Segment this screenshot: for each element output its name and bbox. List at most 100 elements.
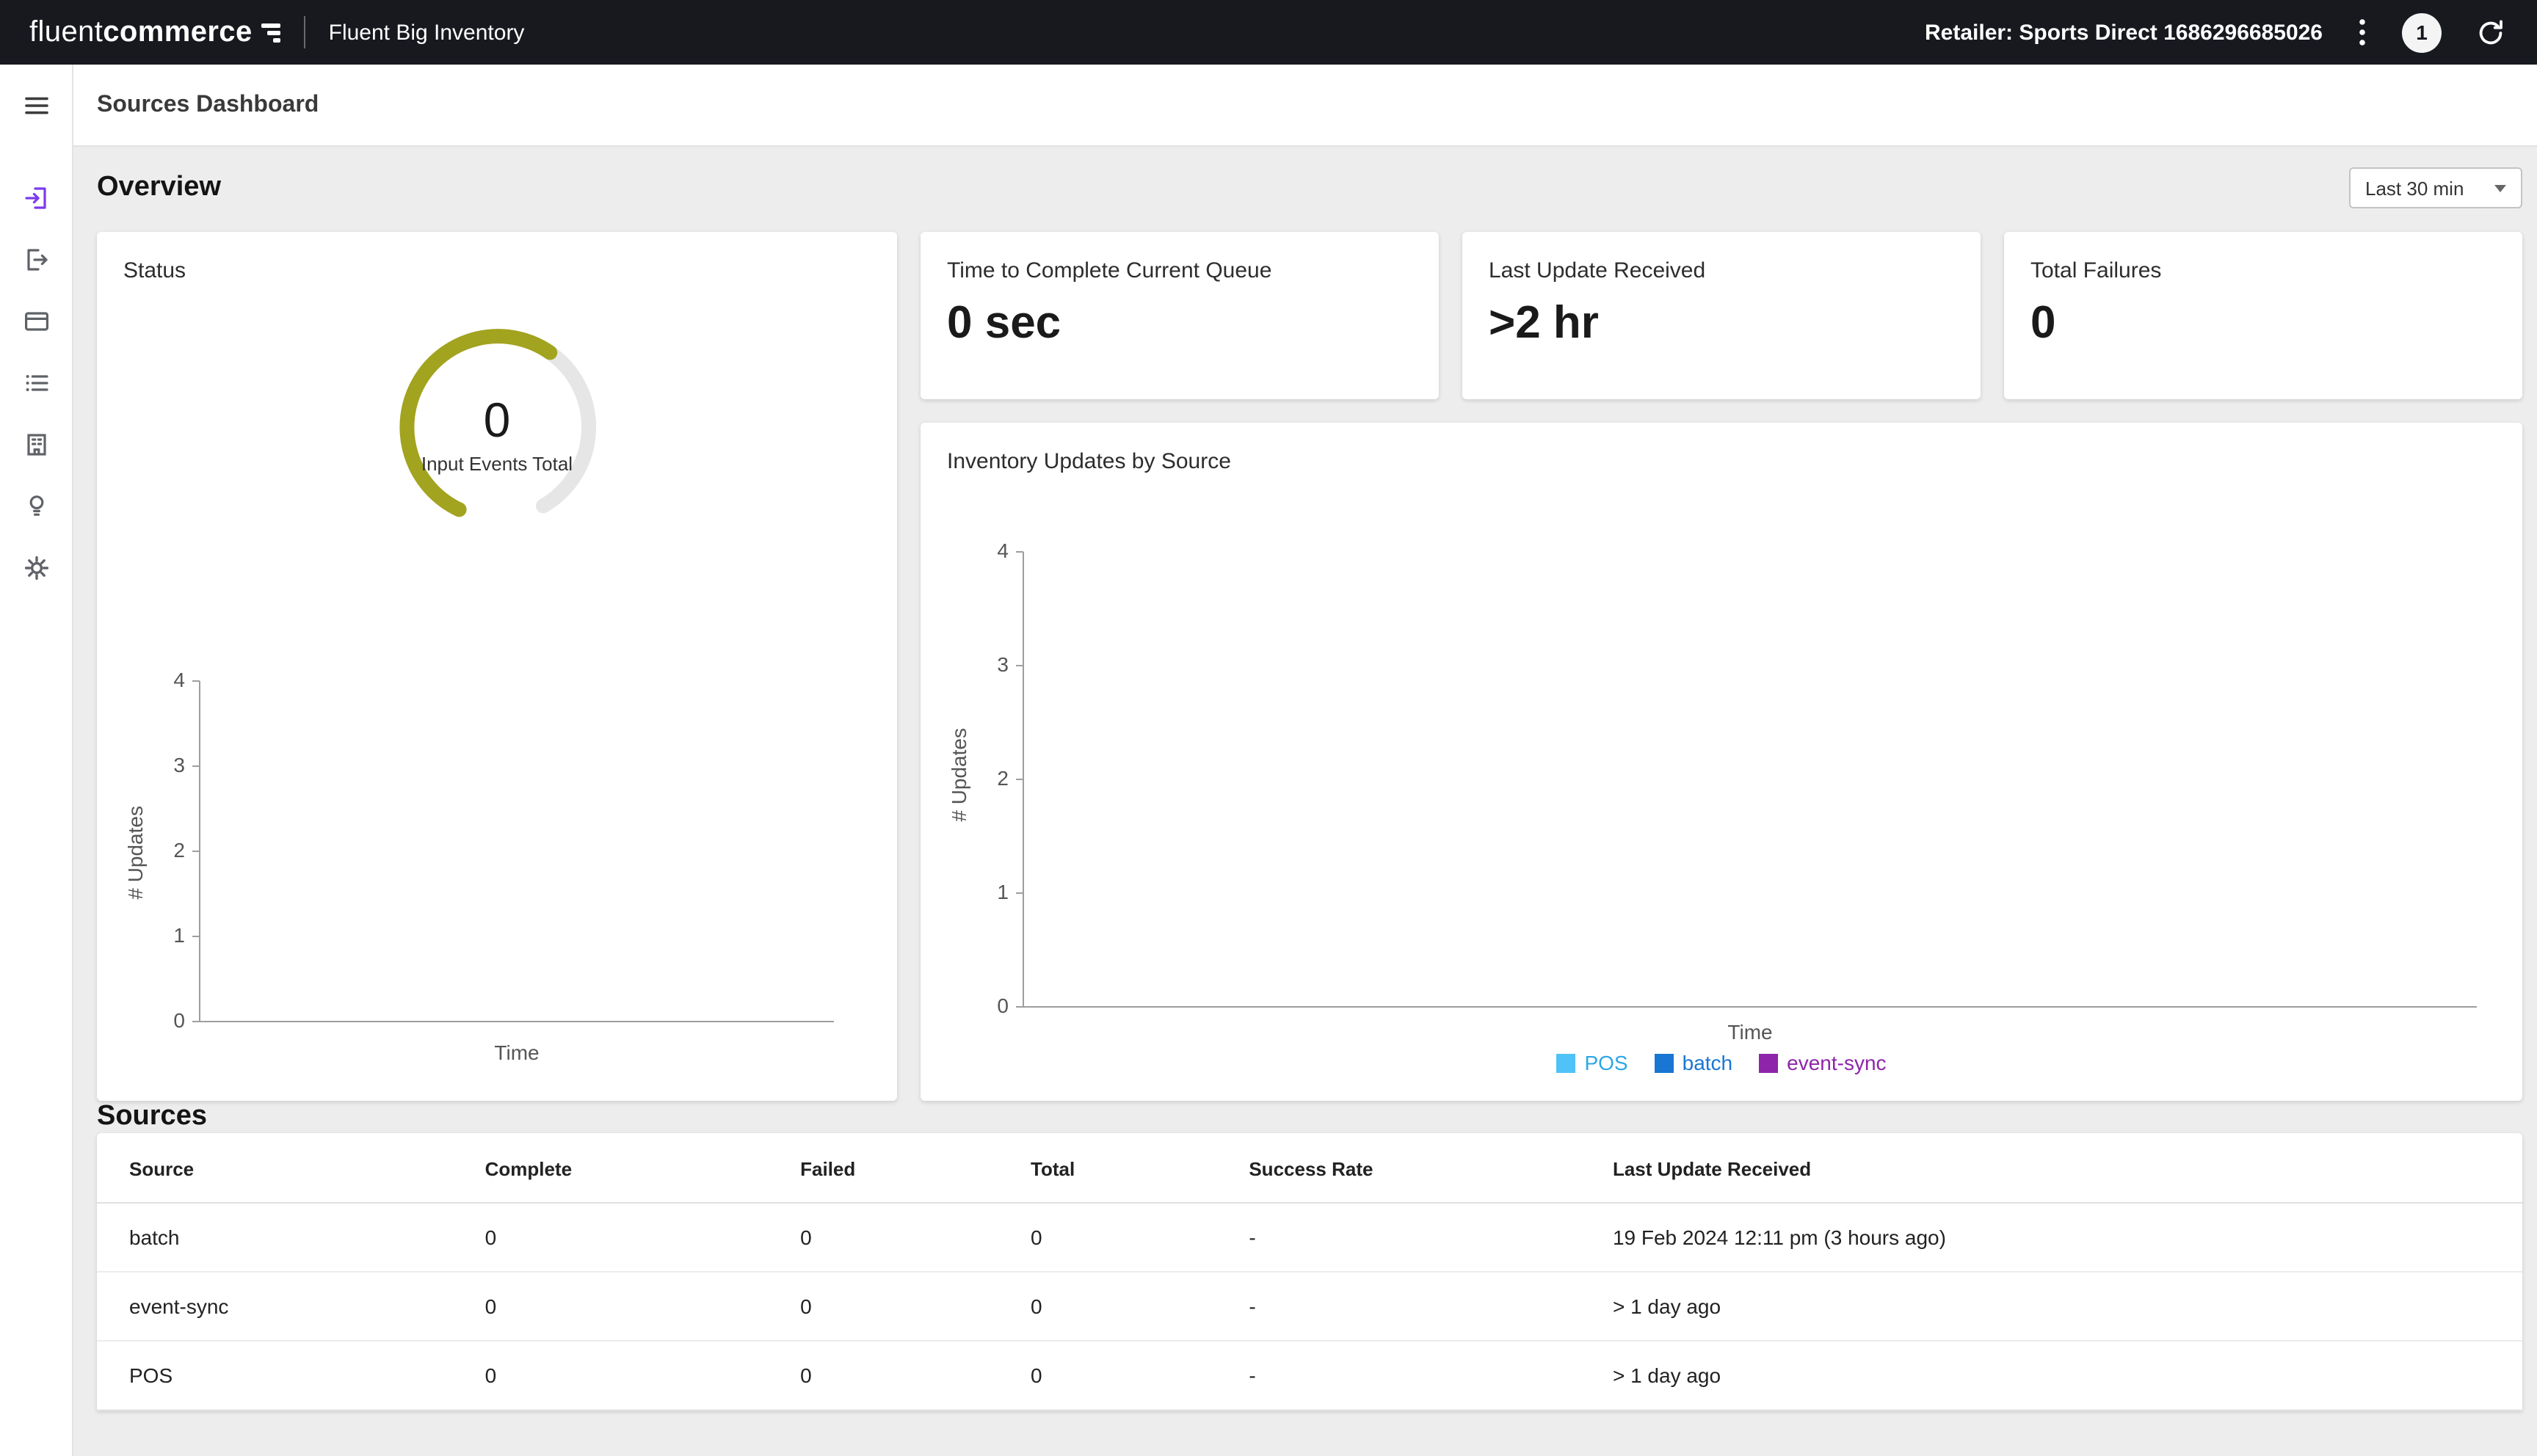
retailer-label: Retailer: Sports Direct 1686296685026	[1925, 20, 2323, 45]
svg-text:0: 0	[173, 1009, 185, 1032]
cell-success-rate: -	[1249, 1272, 1613, 1342]
outputs-icon	[26, 249, 47, 271]
gauge-value: 0	[483, 393, 511, 448]
cell-complete: 0	[484, 1272, 801, 1342]
svg-text:2: 2	[997, 767, 1009, 790]
gauge-label: Input Events Total	[421, 453, 573, 476]
col-header-source: Source	[97, 1133, 485, 1204]
cell-total: 0	[1031, 1203, 1249, 1273]
sidebar-item-sources[interactable]	[0, 167, 73, 229]
col-header-success-rate: Success Rate	[1249, 1133, 1613, 1204]
sidebar	[0, 65, 73, 1456]
legend-label-pos: POS	[1584, 1051, 1628, 1074]
col-header-failed: Failed	[800, 1133, 1031, 1204]
inventory-chart-ylabel: # Updates	[947, 728, 970, 822]
cell-complete: 0	[484, 1341, 801, 1410]
settings-icon	[23, 556, 48, 580]
sidebar-item-billing[interactable]	[0, 291, 73, 352]
svg-text:2: 2	[173, 839, 185, 862]
sources-heading: Sources	[97, 1101, 207, 1132]
table-row: batch 0 0 0 - 19 Feb 2024 12:11 pm (3 ho…	[97, 1203, 2522, 1273]
page-header: Sources Dashboard	[73, 65, 2537, 147]
page-title: Sources Dashboard	[97, 92, 319, 117]
svg-text:1: 1	[997, 881, 1009, 903]
billing-icon	[23, 312, 48, 331]
cell-failed: 0	[800, 1203, 1031, 1273]
svg-text:0: 0	[997, 994, 1009, 1017]
sidebar-item-outputs[interactable]	[0, 229, 73, 291]
sources-table: Source Complete Failed Total Success Rat…	[97, 1133, 2522, 1410]
chart-legend: POS batch event-sync	[947, 1051, 2496, 1074]
legend-item-pos[interactable]: POS	[1556, 1051, 1628, 1074]
sidebar-item-list[interactable]	[0, 352, 73, 414]
kebab-menu-icon[interactable]	[2355, 12, 2370, 53]
cell-failed: 0	[800, 1272, 1031, 1342]
legend-swatch-batch	[1654, 1053, 1674, 1072]
col-header-total: Total	[1031, 1133, 1249, 1204]
svg-text:4: 4	[173, 672, 185, 691]
last-update-title: Last Update Received	[1489, 258, 1706, 283]
fluent-logo-icon	[261, 23, 280, 42]
cell-last-update: > 1 day ago	[1612, 1341, 2522, 1410]
cell-total: 0	[1031, 1341, 1249, 1410]
status-chart-ylabel: # Updates	[123, 806, 147, 900]
notification-badge[interactable]: 1	[2402, 12, 2442, 52]
cell-source: event-sync	[97, 1272, 485, 1342]
queue-time-value: 0 sec	[947, 296, 1061, 348]
table-row: POS 0 0 0 - > 1 day ago	[97, 1341, 2522, 1410]
inventory-chart-xlabel: Time	[1727, 1021, 1772, 1044]
organization-icon	[26, 434, 46, 456]
sidebar-item-organization[interactable]	[0, 414, 73, 476]
menu-icon[interactable]	[0, 65, 73, 147]
total-failures-value: 0	[2030, 296, 2056, 348]
legend-swatch-event-sync	[1759, 1053, 1779, 1072]
cell-total: 0	[1031, 1272, 1249, 1342]
legend-label-event-sync: event-sync	[1787, 1051, 1887, 1074]
last-update-card: Last Update Received >2 hr	[1462, 232, 1981, 399]
legend-item-batch[interactable]: batch	[1654, 1051, 1733, 1074]
cell-success-rate: -	[1249, 1203, 1613, 1273]
cell-source: POS	[97, 1341, 485, 1410]
refresh-icon[interactable]	[2474, 15, 2508, 49]
time-filter-value: Last 30 min	[2365, 177, 2464, 199]
input-events-gauge: 0 Input Events Total	[387, 321, 607, 542]
fluent-commerce-logo: fluent commerce	[29, 15, 280, 49]
svg-text:4: 4	[997, 540, 1009, 562]
app-root: fluent commerce Fluent Big Inventory Reta…	[0, 0, 2537, 1456]
chevron-down-icon	[2494, 184, 2506, 192]
status-card: Status 0 Input Events Total # Updates 4 …	[97, 232, 897, 1101]
topbar: fluent commerce Fluent Big Inventory Reta…	[0, 0, 2537, 65]
logo-text-light: fluent	[29, 15, 104, 48]
cell-last-update: 19 Feb 2024 12:11 pm (3 hours ago)	[1612, 1203, 2522, 1273]
inventory-card-title: Inventory Updates by Source	[947, 449, 1231, 474]
table-header-row: Source Complete Failed Total Success Rat…	[97, 1133, 2522, 1204]
legend-label-batch: batch	[1682, 1051, 1733, 1074]
time-filter-dropdown[interactable]: Last 30 min	[2349, 167, 2522, 208]
sources-icon	[24, 187, 46, 209]
content-area: Overview Last 30 min Status 0 Input Even…	[73, 147, 2537, 1456]
app-title: Fluent Big Inventory	[328, 20, 525, 45]
col-header-last-update: Last Update Received	[1612, 1133, 2522, 1204]
logo-text-bold: commerce	[103, 15, 253, 48]
topbar-divider	[303, 16, 305, 48]
cell-last-update: > 1 day ago	[1612, 1272, 2522, 1342]
legend-swatch-pos	[1556, 1053, 1576, 1072]
inventory-chart: # Updates 4 3 2 1 0 Time	[947, 540, 2496, 1048]
queue-time-title: Time to Complete Current Queue	[947, 258, 1272, 283]
total-failures-title: Total Failures	[2030, 258, 2162, 283]
cell-failed: 0	[800, 1341, 1031, 1410]
overview-heading: Overview	[97, 172, 221, 203]
status-chart-xlabel: Time	[494, 1041, 539, 1064]
queue-time-card: Time to Complete Current Queue 0 sec	[921, 232, 1439, 399]
table-row: event-sync 0 0 0 - > 1 day ago	[97, 1272, 2522, 1342]
sidebar-item-settings[interactable]	[0, 537, 73, 599]
cell-success-rate: -	[1249, 1341, 1613, 1410]
svg-text:3: 3	[997, 653, 1009, 676]
legend-item-event-sync[interactable]: event-sync	[1759, 1051, 1887, 1074]
last-update-value: >2 hr	[1489, 296, 1599, 348]
cell-complete: 0	[484, 1203, 801, 1273]
svg-text:1: 1	[173, 924, 185, 947]
list-icon	[25, 375, 48, 391]
sidebar-item-insights[interactable]	[0, 476, 73, 537]
total-failures-card: Total Failures 0	[2004, 232, 2522, 399]
